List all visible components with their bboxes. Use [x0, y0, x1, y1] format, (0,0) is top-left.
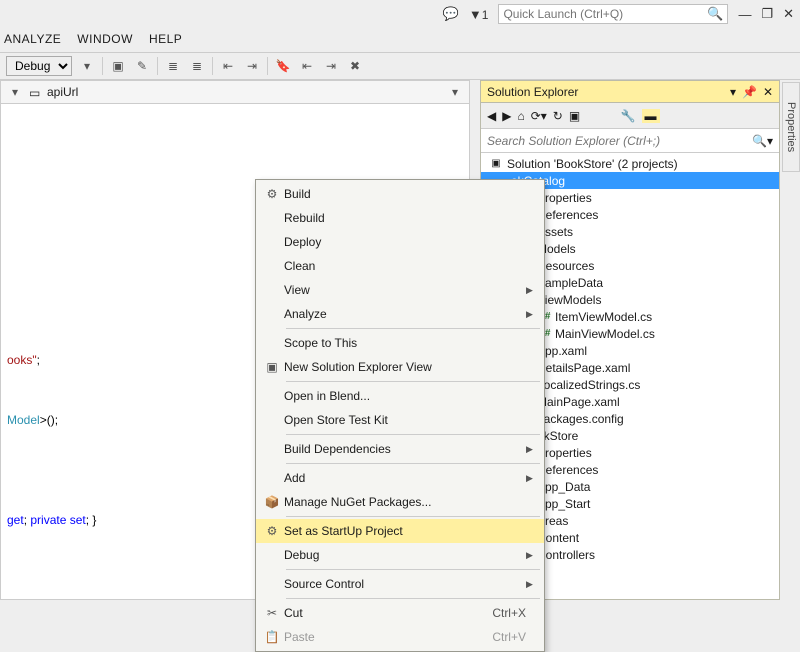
separator — [102, 57, 103, 75]
member-label[interactable]: apiUrl — [47, 85, 78, 99]
ctx-view[interactable]: View▶ — [256, 278, 544, 302]
ctx-source-control[interactable]: Source Control▶ — [256, 572, 544, 596]
solution-explorer-header: Solution Explorer ▾ 📌 ✕ — [481, 81, 779, 103]
tool-icon[interactable]: ▣ — [109, 57, 127, 75]
menu-window[interactable]: WINDOW — [77, 32, 133, 46]
ctx-nuget[interactable]: 📦Manage NuGet Packages... — [256, 490, 544, 514]
feedback-icon[interactable]: 💬 — [443, 6, 459, 22]
panel-title: Solution Explorer — [487, 85, 724, 99]
separator — [286, 598, 540, 599]
dropdown-icon[interactable]: ▾ — [7, 85, 23, 99]
solution-explorer-toolbar: ◀ ▶ ⌂ ⟳▾ ↻ ▣ 🔧 ▬ — [481, 103, 779, 129]
separator — [286, 434, 540, 435]
properties-tab[interactable]: Properties — [782, 82, 800, 172]
chevron-right-icon: ▶ — [526, 473, 536, 484]
menu-analyze[interactable]: ANALYZE — [4, 32, 61, 46]
minimize-button[interactable]: — — [738, 7, 751, 22]
member-icon: ▭ — [29, 86, 41, 98]
solution-icon: ▣ — [489, 157, 503, 171]
tool-icon[interactable]: ⇥ — [322, 57, 340, 75]
close-icon[interactable]: ✕ — [763, 85, 773, 99]
back-icon[interactable]: ◀ — [487, 109, 496, 123]
quick-launch-box[interactable]: 🔍 — [498, 4, 728, 24]
separator — [286, 381, 540, 382]
ctx-rebuild[interactable]: Rebuild — [256, 206, 544, 230]
notifications-icon[interactable]: ▼1 — [469, 7, 489, 22]
menubar: ANALYZE WINDOW HELP — [0, 30, 186, 48]
dropdown-icon[interactable]: ▾ — [730, 85, 736, 99]
ctx-paste: 📋PasteCtrl+V — [256, 625, 544, 649]
chevron-right-icon: ▶ — [526, 309, 536, 320]
tool-icon[interactable]: ⇤ — [219, 57, 237, 75]
ctx-build-deps[interactable]: Build Dependencies▶ — [256, 437, 544, 461]
dropdown-button[interactable]: ▾ — [78, 57, 96, 75]
highlight-icon[interactable]: ▬ — [642, 109, 660, 123]
tool-icon[interactable]: ⇥ — [243, 57, 261, 75]
solution-search-box[interactable]: 🔍▾ — [481, 129, 779, 153]
ctx-new-explorer[interactable]: ▣New Solution Explorer View — [256, 355, 544, 379]
close-button[interactable]: ✕ — [783, 6, 794, 22]
ctx-build[interactable]: ⚙Build — [256, 182, 544, 206]
window-titlebar-right: 💬 ▼1 🔍 — ❐ ✕ — [443, 4, 794, 24]
separator — [212, 57, 213, 75]
refresh-icon[interactable]: ↻ — [553, 109, 563, 123]
restore-button[interactable]: ❐ — [761, 6, 773, 22]
home-icon[interactable]: ⌂ — [517, 109, 524, 123]
tool-icon[interactable]: ✖ — [346, 57, 364, 75]
chevron-right-icon: ▶ — [526, 285, 536, 296]
ctx-deploy[interactable]: Deploy — [256, 230, 544, 254]
gear-icon: ⚙ — [260, 524, 284, 538]
config-select[interactable]: Debug — [6, 56, 72, 76]
project-context-menu: ⚙Build Rebuild Deploy Clean View▶ Analyz… — [255, 179, 545, 652]
build-icon: ⚙ — [260, 187, 284, 201]
ctx-cut[interactable]: ✂CutCtrl+X — [256, 601, 544, 625]
pin-icon[interactable]: 📌 — [742, 85, 757, 99]
ctx-analyze[interactable]: Analyze▶ — [256, 302, 544, 326]
dropdown-icon[interactable]: ▾ — [447, 85, 463, 99]
window-icon: ▣ — [260, 360, 284, 374]
forward-icon[interactable]: ▶ — [502, 109, 511, 123]
ctx-open-store-test[interactable]: Open Store Test Kit — [256, 408, 544, 432]
separator — [286, 328, 540, 329]
solution-search-input[interactable] — [487, 134, 752, 148]
search-icon[interactable]: 🔍▾ — [752, 134, 773, 148]
tool-icon[interactable]: ⇤ — [298, 57, 316, 75]
separator — [157, 57, 158, 75]
tree-root[interactable]: ▣ Solution 'BookStore' (2 projects) — [481, 155, 779, 172]
separator — [286, 569, 540, 570]
ctx-scope[interactable]: Scope to This — [256, 331, 544, 355]
paste-icon: 📋 — [260, 630, 284, 644]
ctx-clean[interactable]: Clean — [256, 254, 544, 278]
search-icon[interactable]: 🔍 — [707, 6, 723, 22]
ctx-debug[interactable]: Debug▶ — [256, 543, 544, 567]
properties-icon[interactable]: 🔧 — [621, 109, 636, 123]
separator — [286, 516, 540, 517]
ctx-open-blend[interactable]: Open in Blend... — [256, 384, 544, 408]
separator — [286, 463, 540, 464]
package-icon: 📦 — [260, 495, 284, 509]
cut-icon: ✂ — [260, 606, 284, 620]
collapse-icon[interactable]: ▣ — [569, 109, 580, 123]
menu-help[interactable]: HELP — [149, 32, 182, 46]
tool-icon[interactable]: ✎ — [133, 57, 151, 75]
quick-launch-input[interactable] — [503, 7, 707, 21]
editor-navbar: ▾ ▭ apiUrl ▾ — [0, 80, 470, 104]
ctx-add[interactable]: Add▶ — [256, 466, 544, 490]
chevron-right-icon: ▶ — [526, 579, 536, 590]
chevron-right-icon: ▶ — [526, 550, 536, 561]
chevron-right-icon: ▶ — [526, 444, 536, 455]
separator — [267, 57, 268, 75]
sync-icon[interactable]: ⟳▾ — [531, 109, 547, 123]
main-toolbar: Debug ▾ ▣ ✎ ≣ ≣ ⇤ ⇥ 🔖 ⇤ ⇥ ✖ — [0, 52, 800, 80]
ctx-set-startup[interactable]: ⚙Set as StartUp Project — [256, 519, 544, 543]
tool-icon[interactable]: ≣ — [188, 57, 206, 75]
bookmark-icon[interactable]: 🔖 — [274, 57, 292, 75]
tool-icon[interactable]: ≣ — [164, 57, 182, 75]
